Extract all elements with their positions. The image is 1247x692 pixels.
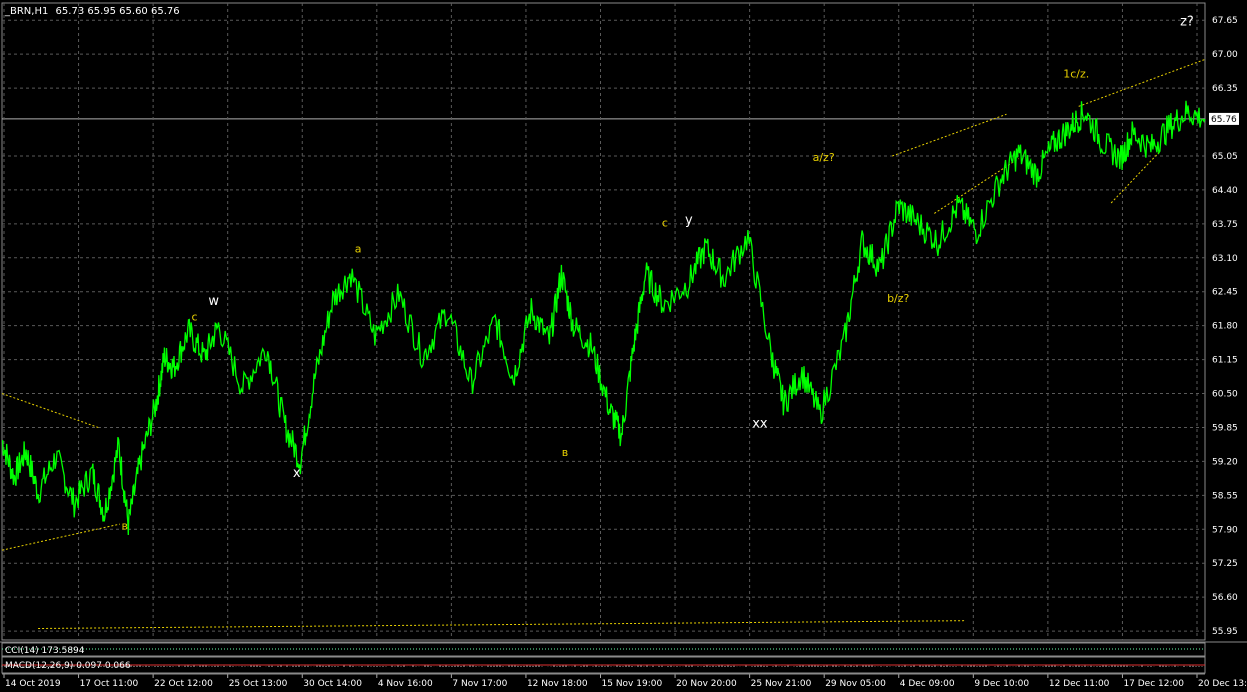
chart-header: _BRN,H1 65.73 65.95 65.60 65.76 [4, 6, 180, 17]
wave-label: в [562, 446, 568, 459]
wave-label: c [662, 216, 668, 229]
ohlc-values: 65.73 65.95 65.60 65.76 [56, 6, 180, 17]
price-tick-label: 67.65 [1212, 16, 1238, 26]
price-tick-label: 61.15 [1212, 356, 1238, 366]
price-tick-label: 65.05 [1212, 152, 1238, 162]
time-tick-label: 14 Oct 2019 [5, 679, 61, 689]
price-tick-label: 59.20 [1212, 457, 1238, 467]
price-tick-label: 64.40 [1212, 186, 1238, 196]
wave-label: w [208, 294, 219, 309]
wave-label: xx [752, 416, 768, 431]
time-tick-label: 25 Nov 21:00 [751, 679, 812, 689]
time-tick-label: 12 Dec 11:00 [1049, 679, 1110, 689]
price-tick-label: 55.95 [1212, 627, 1238, 637]
wave-label: x [293, 466, 301, 481]
wave-label: 1c/z. [1063, 68, 1089, 81]
wave-label: в [121, 519, 127, 532]
time-tick-label: 22 Oct 12:00 [154, 679, 213, 689]
chart-background [0, 0, 1247, 692]
time-tick-label: 7 Nov 17:00 [452, 679, 507, 689]
symbol-label: _BRN,H1 [4, 6, 48, 17]
price-tick-label: 57.90 [1212, 525, 1238, 535]
time-tick-label: 25 Oct 13:00 [229, 679, 288, 689]
time-tick-label: 15 Nov 19:00 [602, 679, 663, 689]
price-tick-label: 67.00 [1212, 50, 1238, 60]
price-tick-label: 57.25 [1212, 559, 1238, 569]
price-tick-label: 58.55 [1212, 491, 1238, 501]
price-tick-label: 60.50 [1212, 390, 1238, 400]
cci-label: CCI(14) 173.5894 [5, 646, 85, 656]
wave-label: y [685, 213, 693, 228]
time-tick-label: 20 Dec 13:00 [1198, 679, 1247, 689]
current-price-label: 65.76 [1211, 115, 1237, 125]
time-tick-label: 17 Oct 11:00 [80, 679, 139, 689]
wave-label: a [355, 243, 362, 256]
price-tick-label: 56.60 [1212, 593, 1238, 603]
price-tick-label: 63.75 [1212, 220, 1238, 230]
time-tick-label: 30 Oct 14:00 [303, 679, 362, 689]
wave-label: c [191, 310, 197, 323]
wave-label: b/z? [887, 292, 909, 305]
time-tick-label: 4 Dec 09:00 [900, 679, 955, 689]
price-tick-label: 62.45 [1212, 288, 1238, 298]
macd-label: MACD(12,26,9) 0.097 0.066 [5, 661, 131, 671]
indicator-panels: CCI(14) 173.5894 MACD(12,26,9) 0.097 0.06… [0, 641, 1247, 674]
time-tick-label: 29 Nov 05:00 [825, 679, 886, 689]
wave-label: z? [1180, 14, 1194, 29]
price-tick-label: 63.10 [1212, 254, 1238, 264]
time-tick-label: 12 Nov 18:00 [527, 679, 588, 689]
price-chart[interactable]: вcwxaвc yxxa/z?b/z?1c/z.z? CCI(14) 173.58… [0, 0, 1247, 692]
time-tick-label: 20 Nov 20:00 [676, 679, 737, 689]
time-tick-label: 9 Dec 10:00 [974, 679, 1029, 689]
price-tick-label: 61.80 [1212, 322, 1238, 332]
time-tick-label: 4 Nov 16:00 [378, 679, 433, 689]
time-tick-label: 17 Dec 12:00 [1123, 679, 1184, 689]
wave-label: a/z? [813, 151, 835, 164]
price-tick-label: 59.85 [1212, 423, 1238, 433]
price-tick-label: 66.35 [1212, 84, 1238, 94]
